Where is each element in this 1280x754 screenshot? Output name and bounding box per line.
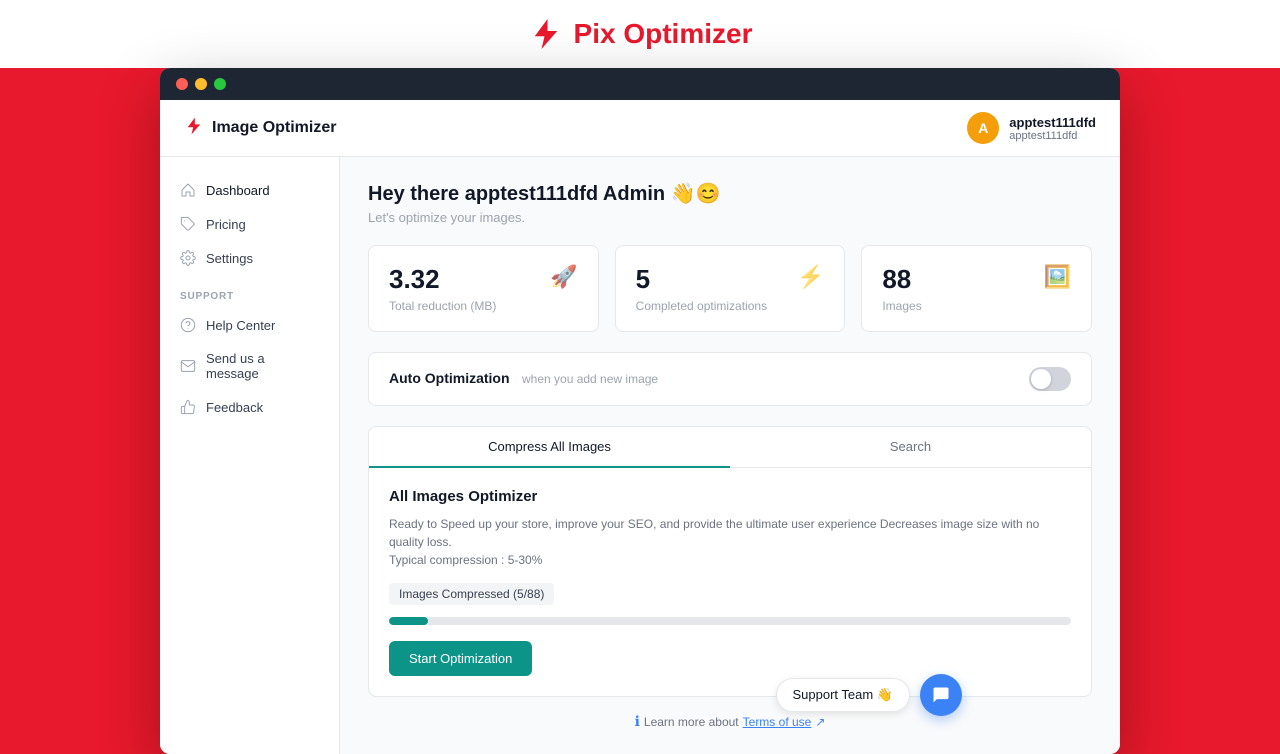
stat-card-reduction: 3.32 Total reduction (MB) 🚀 bbox=[368, 245, 599, 332]
progress-bar-bg bbox=[389, 617, 1071, 625]
app-body: Dashboard Pricing Settings S bbox=[160, 157, 1120, 754]
sidebar-item-feedback[interactable]: Feedback bbox=[160, 390, 339, 424]
stat-card-optimizations: 5 Completed optimizations ⚡ bbox=[615, 245, 846, 332]
external-link-icon: ↗ bbox=[815, 715, 825, 729]
toggle-knob bbox=[1031, 369, 1051, 389]
auto-opt-sublabel: when you add new image bbox=[522, 372, 658, 386]
sidebar-item-dashboard[interactable]: Dashboard bbox=[160, 173, 339, 207]
close-dot[interactable] bbox=[176, 78, 188, 90]
support-label[interactable]: Support Team 👋 bbox=[776, 678, 911, 712]
app-logo-icon bbox=[184, 116, 204, 141]
tabs-container: Compress All Images Search All Images Op… bbox=[368, 426, 1092, 697]
settings-icon bbox=[180, 250, 196, 266]
sidebar-label-help: Help Center bbox=[206, 318, 275, 333]
avatar: A bbox=[967, 112, 999, 144]
title-bar bbox=[160, 68, 1120, 100]
tab-search[interactable]: Search bbox=[730, 427, 1091, 468]
rocket-icon: 🚀 bbox=[550, 264, 577, 290]
support-chat-button[interactable] bbox=[920, 674, 962, 716]
sidebar-label-dashboard: Dashboard bbox=[206, 183, 270, 198]
sidebar-label-message: Send us a message bbox=[206, 351, 319, 381]
support-bubble: Support Team 👋 bbox=[776, 674, 963, 716]
start-optimization-button[interactable]: Start Optimization bbox=[389, 641, 532, 676]
stat-label-reduction: Total reduction (MB) bbox=[389, 299, 496, 313]
stats-row: 3.32 Total reduction (MB) 🚀 5 Completed … bbox=[368, 245, 1092, 332]
sidebar-label-settings: Settings bbox=[206, 251, 253, 266]
app-logo: Image Optimizer bbox=[184, 116, 336, 141]
tab-compress-all[interactable]: Compress All Images bbox=[369, 427, 730, 468]
maximize-dot[interactable] bbox=[214, 78, 226, 90]
app-header: Image Optimizer A apptest111dfd apptest1… bbox=[160, 100, 1120, 157]
tabs-header: Compress All Images Search bbox=[369, 427, 1091, 468]
stat-card-images: 88 Images 🖼️ bbox=[861, 245, 1092, 332]
stat-value-optimizations: 5 bbox=[636, 264, 767, 295]
support-section-label: SUPPORT bbox=[160, 275, 339, 308]
thumbsup-icon bbox=[180, 399, 196, 415]
image-icon: 🖼️ bbox=[1044, 264, 1071, 290]
brand-logo-icon bbox=[528, 16, 564, 52]
tab-content: All Images Optimizer Ready to Speed up y… bbox=[369, 468, 1091, 696]
optimizer-description: Ready to Speed up your store, improve yo… bbox=[389, 515, 1071, 569]
info-icon: ℹ bbox=[635, 713, 640, 730]
home-icon bbox=[180, 182, 196, 198]
page-title: Hey there apptest111dfd Admin 👋😊 bbox=[368, 181, 1092, 206]
mail-icon bbox=[180, 358, 196, 374]
brand-title: Pix Optimizer bbox=[574, 18, 753, 50]
stat-value-reduction: 3.32 bbox=[389, 264, 496, 295]
user-name: apptest111dfd bbox=[1009, 115, 1096, 130]
sidebar-item-message[interactable]: Send us a message bbox=[160, 342, 339, 390]
auto-optimization-bar: Auto Optimization when you add new image bbox=[368, 352, 1092, 406]
main-content: Hey there apptest111dfd Admin 👋😊 Let's o… bbox=[340, 157, 1120, 754]
bolt-icon: ⚡ bbox=[797, 264, 824, 290]
terms-link[interactable]: Terms of use bbox=[743, 715, 812, 729]
user-email: apptest111dfd bbox=[1009, 130, 1096, 142]
stat-label-optimizations: Completed optimizations bbox=[636, 299, 767, 313]
brand-bar: Pix Optimizer bbox=[0, 0, 1280, 68]
user-info: A apptest111dfd apptest111dfd bbox=[967, 112, 1096, 144]
sidebar-label-pricing: Pricing bbox=[206, 217, 246, 232]
help-circle-icon bbox=[180, 317, 196, 333]
sidebar-nav: Dashboard Pricing Settings S bbox=[160, 173, 339, 424]
progress-bar-fill bbox=[389, 617, 428, 625]
page-subtitle: Let's optimize your images. bbox=[368, 210, 1092, 225]
app-logo-text: Image Optimizer bbox=[212, 119, 336, 137]
stat-label-images: Images bbox=[882, 299, 921, 313]
minimize-dot[interactable] bbox=[195, 78, 207, 90]
compressed-badge: Images Compressed (5/88) bbox=[389, 583, 554, 605]
learn-more-text: Learn more about bbox=[644, 715, 739, 729]
sidebar-item-pricing[interactable]: Pricing bbox=[160, 207, 339, 241]
sidebar-label-feedback: Feedback bbox=[206, 400, 263, 415]
sidebar-item-settings[interactable]: Settings bbox=[160, 241, 339, 275]
sidebar-item-help-center[interactable]: Help Center bbox=[160, 308, 339, 342]
auto-opt-toggle[interactable] bbox=[1029, 367, 1071, 391]
app-window: Image Optimizer A apptest111dfd apptest1… bbox=[160, 68, 1120, 754]
sidebar: Dashboard Pricing Settings S bbox=[160, 157, 340, 754]
stat-value-images: 88 bbox=[882, 264, 921, 295]
optimizer-title: All Images Optimizer bbox=[389, 488, 1071, 505]
user-details: apptest111dfd apptest111dfd bbox=[1009, 115, 1096, 142]
auto-opt-label: Auto Optimization bbox=[389, 370, 510, 386]
tag-icon bbox=[180, 216, 196, 232]
